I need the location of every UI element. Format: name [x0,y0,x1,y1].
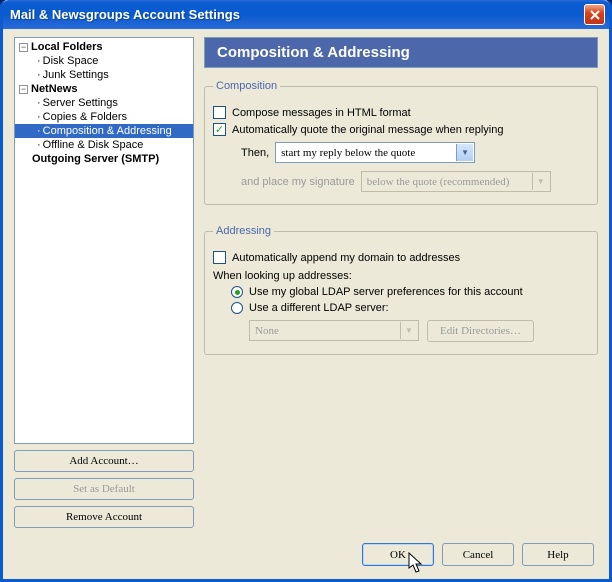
ok-button[interactable]: OK [362,543,434,566]
ldap-server-select: None ▼ [249,320,419,341]
html-format-checkbox[interactable] [213,106,226,119]
titlebar[interactable]: Mail & Newsgroups Account Settings [3,0,609,29]
ldap-different-radio[interactable] [231,302,243,314]
autoquote-checkbox[interactable]: ✓ [213,123,226,136]
add-account-button[interactable]: Add Account… [14,450,194,472]
sidebar: − Local Folders Disk Space Junk Settings… [14,37,194,528]
tree-item-copies-folders[interactable]: Copies & Folders [15,110,193,124]
append-domain-label: Automatically append my domain to addres… [232,252,460,264]
panel-header: Composition & Addressing [204,37,598,68]
tree-root-netnews[interactable]: − NetNews [15,82,193,96]
ldap-different-label: Use a different LDAP server: [249,302,389,314]
cancel-button[interactable]: Cancel [442,543,514,566]
signature-label: and place my signature [241,176,355,188]
chevron-down-icon: ▼ [400,322,417,339]
close-button[interactable] [584,4,605,25]
collapse-icon[interactable]: − [19,85,28,94]
collapse-icon[interactable]: − [19,43,28,52]
chevron-down-icon: ▼ [456,144,473,161]
composition-group: Composition Compose messages in HTML for… [204,80,598,205]
dialog-footer: OK Cancel Help [362,543,594,566]
signature-position-select: below the quote (recommended) ▼ [361,171,551,192]
composition-legend: Composition [213,80,280,92]
then-label: Then, [241,147,269,159]
html-format-label: Compose messages in HTML format [232,107,411,119]
tree-label: NetNews [31,83,77,95]
addressing-legend: Addressing [213,225,274,237]
main-panel: Composition & Addressing Composition Com… [194,37,598,528]
lookup-label: When looking up addresses: [213,270,352,282]
tree-item-junk-settings[interactable]: Junk Settings [15,68,193,82]
addressing-group: Addressing Automatically append my domai… [204,225,598,355]
tree-label: Local Folders [31,41,103,53]
edit-directories-button: Edit Directories… [427,320,534,342]
client-area: − Local Folders Disk Space Junk Settings… [6,29,606,576]
ldap-global-radio[interactable] [231,286,243,298]
set-default-button: Set as Default [14,478,194,500]
autoquote-label: Automatically quote the original message… [232,124,504,136]
chevron-down-icon: ▼ [532,173,549,190]
tree-root-local-folders[interactable]: − Local Folders [15,40,193,54]
tree-label: Outgoing Server (SMTP) [32,153,159,165]
append-domain-checkbox[interactable] [213,251,226,264]
ldap-global-label: Use my global LDAP server preferences fo… [249,286,523,298]
tree-item-offline-disk-space[interactable]: Offline & Disk Space [15,138,193,152]
window-title: Mail & Newsgroups Account Settings [10,7,584,22]
tree-root-smtp[interactable]: Outgoing Server (SMTP) [15,152,193,166]
help-button[interactable]: Help [522,543,594,566]
dialog-window: Mail & Newsgroups Account Settings − Loc… [0,0,612,582]
remove-account-button[interactable]: Remove Account [14,506,194,528]
tree-item-server-settings[interactable]: Server Settings [15,96,193,110]
tree-item-disk-space[interactable]: Disk Space [15,54,193,68]
reply-position-select[interactable]: start my reply below the quote ▼ [275,142,475,163]
account-tree[interactable]: − Local Folders Disk Space Junk Settings… [14,37,194,444]
tree-item-composition-addressing[interactable]: Composition & Addressing [15,124,193,138]
close-icon [590,10,600,20]
